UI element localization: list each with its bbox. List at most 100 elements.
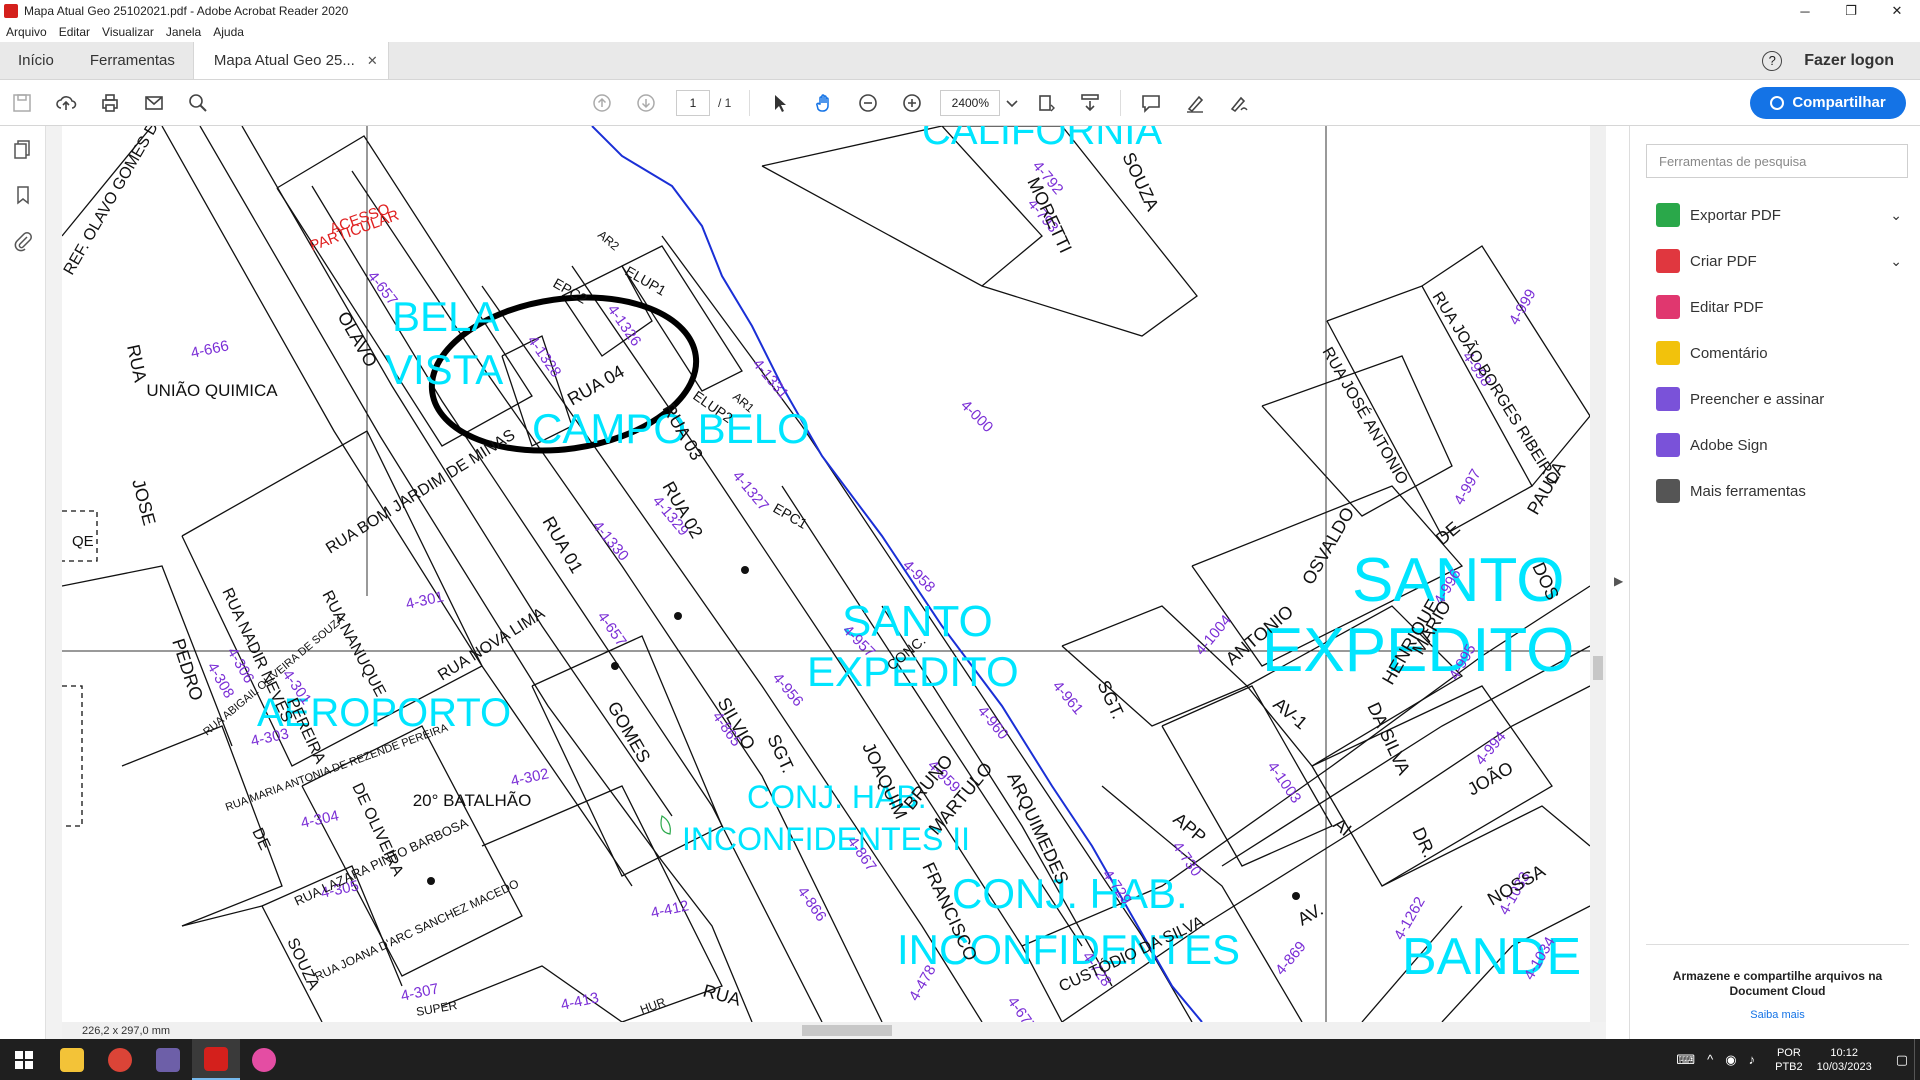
- street-label: REF. OLAVO GOMES DE OLIVEIRA: [62, 126, 207, 278]
- street-label: SGT.: [763, 731, 798, 776]
- speaker-icon[interactable]: ♪: [1749, 1052, 1756, 1067]
- street-label: DE: [248, 826, 273, 853]
- menu-ajuda[interactable]: Ajuda: [213, 25, 244, 39]
- tool-export-pdf[interactable]: Exportar PDF ⌄: [1630, 192, 1920, 238]
- chevron-down-icon[interactable]: ⌄: [1890, 253, 1902, 270]
- app-icon[interactable]: [144, 1039, 192, 1080]
- menu-visualizar[interactable]: Visualizar: [102, 25, 154, 39]
- tab-home[interactable]: Início: [0, 42, 72, 79]
- zoom-in-icon[interactable]: [890, 80, 934, 126]
- tool-label: Adobe Sign: [1690, 436, 1768, 454]
- street-label: HUR: [638, 995, 668, 1017]
- hand-tool-icon[interactable]: [802, 80, 846, 126]
- tool-fill-sign[interactable]: Preencher e assinar: [1630, 376, 1920, 422]
- sign-icon[interactable]: [1217, 80, 1261, 126]
- lot-number: 4-677: [1004, 994, 1040, 1022]
- tool-create-pdf[interactable]: Criar PDF ⌄: [1630, 238, 1920, 284]
- tool-more-tools[interactable]: Mais ferramentas: [1630, 468, 1920, 514]
- scroll-mode-icon[interactable]: [1068, 80, 1112, 126]
- menu-editar[interactable]: Editar: [59, 25, 90, 39]
- page-up-icon[interactable]: [580, 80, 624, 126]
- page-thumbnails-icon[interactable]: [0, 126, 46, 172]
- save-icon[interactable]: [0, 80, 44, 126]
- login-button[interactable]: Fazer logon: [1804, 52, 1894, 70]
- notifications-icon[interactable]: ▢: [1896, 1052, 1908, 1068]
- share-button[interactable]: Compartilhar: [1750, 86, 1906, 119]
- tool-edit-pdf[interactable]: Editar PDF: [1630, 284, 1920, 330]
- tool-label: Mais ferramentas: [1690, 482, 1806, 500]
- vertical-scrollbar[interactable]: [1590, 126, 1606, 1022]
- tool-label: Preencher e assinar: [1690, 390, 1825, 408]
- minimize-button[interactable]: ─: [1782, 0, 1828, 22]
- fit-page-icon[interactable]: [1024, 80, 1068, 126]
- bookmark-icon[interactable]: [0, 172, 46, 218]
- share-label: Compartilhar: [1792, 94, 1886, 111]
- help-icon[interactable]: ?: [1762, 50, 1783, 71]
- paint-app-icon[interactable]: [240, 1039, 288, 1080]
- network-icon[interactable]: ◉: [1725, 1052, 1736, 1068]
- clock-date: 10/03/2023: [1816, 1060, 1872, 1073]
- menu-bar: Arquivo Editar Visualizar Janela Ajuda: [0, 22, 1920, 42]
- restore-button[interactable]: ❐: [1828, 0, 1874, 22]
- promo-text: Armazene e compartilhe arquivos na Docum…: [1672, 969, 1883, 998]
- street-label: DE: [1432, 518, 1464, 549]
- tab-tools[interactable]: Ferramentas: [72, 42, 193, 79]
- street-label: AV.: [1294, 899, 1327, 929]
- tools-search-input[interactable]: Ferramentas de pesquisa: [1646, 144, 1908, 178]
- map-view[interactable]: CALIFORNIA BELA VISTA CAMPO BELO SANTO E…: [62, 126, 1590, 1022]
- page-number-input[interactable]: 1: [676, 89, 710, 116]
- comment-icon[interactable]: [1129, 80, 1173, 126]
- email-icon[interactable]: [132, 80, 176, 126]
- horizontal-scroll-thumb[interactable]: [802, 1025, 892, 1036]
- tool-label: Criar PDF: [1690, 252, 1757, 270]
- vertical-scroll-thumb[interactable]: [1593, 656, 1603, 680]
- tool-adobe-sign[interactable]: Adobe Sign: [1630, 422, 1920, 468]
- attachment-icon[interactable]: [0, 218, 46, 264]
- zoom-dropdown-icon[interactable]: [1000, 80, 1024, 126]
- tool-label: Editar PDF: [1690, 298, 1764, 316]
- street-label: AI: [1329, 814, 1355, 840]
- chrome-icon[interactable]: [96, 1039, 144, 1080]
- tab-document[interactable]: Mapa Atual Geo 25... ✕: [192, 42, 389, 79]
- select-cursor-icon[interactable]: [758, 80, 802, 126]
- acrobat-icon: [4, 4, 18, 18]
- upload-cloud-icon[interactable]: [44, 80, 88, 126]
- language-indicator[interactable]: POR PTB2: [1775, 1046, 1803, 1074]
- menu-janela[interactable]: Janela: [166, 25, 201, 39]
- chevron-down-icon[interactable]: ⌄: [1890, 207, 1902, 224]
- page-size-readout: 226,2 x 297,0 mm: [82, 1024, 171, 1037]
- close-button[interactable]: ✕: [1874, 0, 1920, 22]
- file-explorer-icon[interactable]: [48, 1039, 96, 1080]
- street-label: JOSE: [128, 477, 159, 528]
- clock[interactable]: 10:12 10/03/2023: [1817, 1046, 1872, 1074]
- windows-start-icon[interactable]: [0, 1039, 48, 1080]
- street-label: EPC1: [771, 500, 811, 532]
- lot-number: 4-302: [509, 765, 550, 790]
- page-down-icon[interactable]: [624, 80, 668, 126]
- search-icon[interactable]: [176, 80, 220, 126]
- panel-toggle-icon[interactable]: ▶: [1614, 574, 1623, 588]
- acrobat-taskbar-icon[interactable]: [192, 1039, 240, 1080]
- keyboard-icon[interactable]: ⌨: [1676, 1052, 1695, 1068]
- street-label: RUA 04: [564, 361, 628, 409]
- document-cloud-promo: Armazene e compartilhe arquivos na Docum…: [1646, 944, 1909, 1039]
- tool-label: Exportar PDF: [1690, 206, 1781, 224]
- street-label: RUA NOVA LIMA: [435, 605, 548, 684]
- tray-expand-icon[interactable]: ^: [1707, 1052, 1713, 1067]
- zoom-level-field[interactable]: 2400%: [940, 89, 1001, 116]
- fill-sign-icon: [1656, 387, 1680, 411]
- close-icon[interactable]: ✕: [367, 53, 378, 69]
- place-label: QE: [72, 533, 94, 550]
- menu-arquivo[interactable]: Arquivo: [6, 25, 47, 39]
- horizontal-scrollbar[interactable]: 226,2 x 297,0 mm: [62, 1022, 1590, 1039]
- print-icon[interactable]: [88, 80, 132, 126]
- tab-spacer: [389, 42, 1762, 79]
- tool-comment[interactable]: Comentário: [1630, 330, 1920, 376]
- highlight-pen-icon[interactable]: [1173, 80, 1217, 126]
- learn-more-link[interactable]: Saiba mais: [1646, 1009, 1909, 1021]
- window-title: Mapa Atual Geo 25102021.pdf - Adobe Acro…: [24, 4, 349, 18]
- zoom-out-icon[interactable]: [846, 80, 890, 126]
- show-desktop-button[interactable]: [1914, 1039, 1920, 1080]
- neighborhood-label: CALIFORNIA: [922, 126, 1162, 153]
- street-label: SOUZA: [283, 936, 322, 993]
